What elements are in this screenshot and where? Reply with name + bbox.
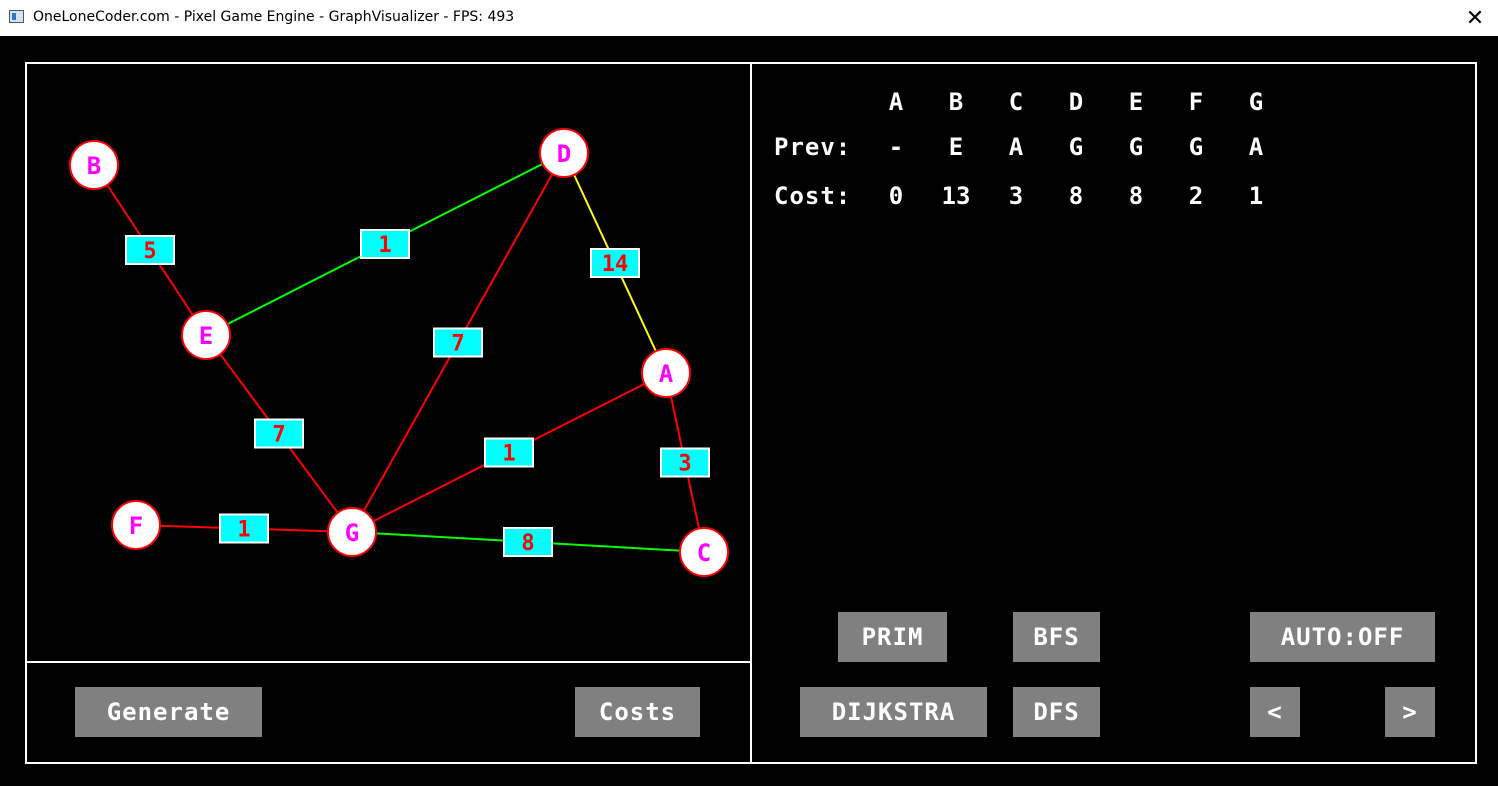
- prev-cell-F: G: [1188, 133, 1204, 161]
- prim-button[interactable]: PRIM: [838, 612, 947, 662]
- prev-cell-G: A: [1248, 133, 1264, 161]
- cost-cell-C: 3: [1008, 182, 1024, 210]
- node-label-E: E: [199, 322, 213, 350]
- dfs-button[interactable]: DFS: [1013, 687, 1100, 737]
- auto-toggle-button[interactable]: AUTO:OFF: [1250, 612, 1435, 662]
- node-label-A: A: [659, 360, 674, 388]
- title-bar: OneLoneCoder.com - Pixel Game Engine - G…: [0, 0, 1498, 36]
- column-header-G: G: [1248, 88, 1264, 116]
- previous-step-button[interactable]: <: [1250, 687, 1300, 737]
- column-header-D: D: [1068, 88, 1084, 116]
- node-label-B: B: [87, 152, 101, 180]
- cost-cell-E: 8: [1128, 182, 1144, 210]
- app-icon: [9, 10, 24, 23]
- node-label-F: F: [129, 512, 143, 540]
- prev-row-label: Prev:: [774, 133, 852, 161]
- dijkstra-button[interactable]: DIJKSTRA: [800, 687, 987, 737]
- edge-weight-label-D-G: 7: [451, 332, 464, 357]
- prev-cell-D: G: [1068, 133, 1084, 161]
- edge-weight-label-F-G: 1: [237, 518, 250, 543]
- cost-row-label: Cost:: [774, 182, 852, 210]
- prev-cell-C: A: [1008, 133, 1024, 161]
- edge-weight-label-A-C: 3: [678, 452, 691, 477]
- column-header-C: C: [1008, 88, 1024, 116]
- node-label-C: C: [697, 539, 711, 567]
- node-label-D: D: [557, 140, 571, 168]
- cost-cell-D: 8: [1068, 182, 1084, 210]
- prev-cell-E: G: [1128, 133, 1144, 161]
- cost-cell-B: 13: [941, 182, 971, 210]
- prev-cell-B: E: [948, 133, 964, 161]
- next-step-button[interactable]: >: [1385, 687, 1435, 737]
- prev-cell-A: -: [888, 133, 904, 161]
- column-header-F: F: [1188, 88, 1204, 116]
- edge-weight-label-G-C: 8: [521, 531, 534, 556]
- bfs-button[interactable]: BFS: [1013, 612, 1100, 662]
- cost-cell-F: 2: [1188, 182, 1204, 210]
- close-button[interactable]: ✕: [1452, 0, 1498, 36]
- edge-weight-label-E-D: 1: [378, 233, 391, 258]
- window-title: OneLoneCoder.com - Pixel Game Engine - G…: [33, 9, 515, 25]
- column-header-E: E: [1128, 88, 1144, 116]
- generate-button[interactable]: Generate: [75, 687, 262, 737]
- node-label-G: G: [345, 519, 359, 547]
- column-header-A: A: [888, 88, 904, 116]
- edges-layer: [93, 152, 705, 553]
- edge-weight-label-E-G: 7: [272, 423, 285, 448]
- cost-cell-G: 1: [1248, 182, 1264, 210]
- cost-cell-A: 0: [888, 182, 904, 210]
- edge-weight-label-D-A: 14: [602, 252, 629, 277]
- column-header-B: B: [948, 88, 964, 116]
- edge-weight-label-B-E: 5: [143, 239, 156, 264]
- costs-button[interactable]: Costs: [575, 687, 700, 737]
- edge-weight-label-G-A: 1: [502, 442, 515, 467]
